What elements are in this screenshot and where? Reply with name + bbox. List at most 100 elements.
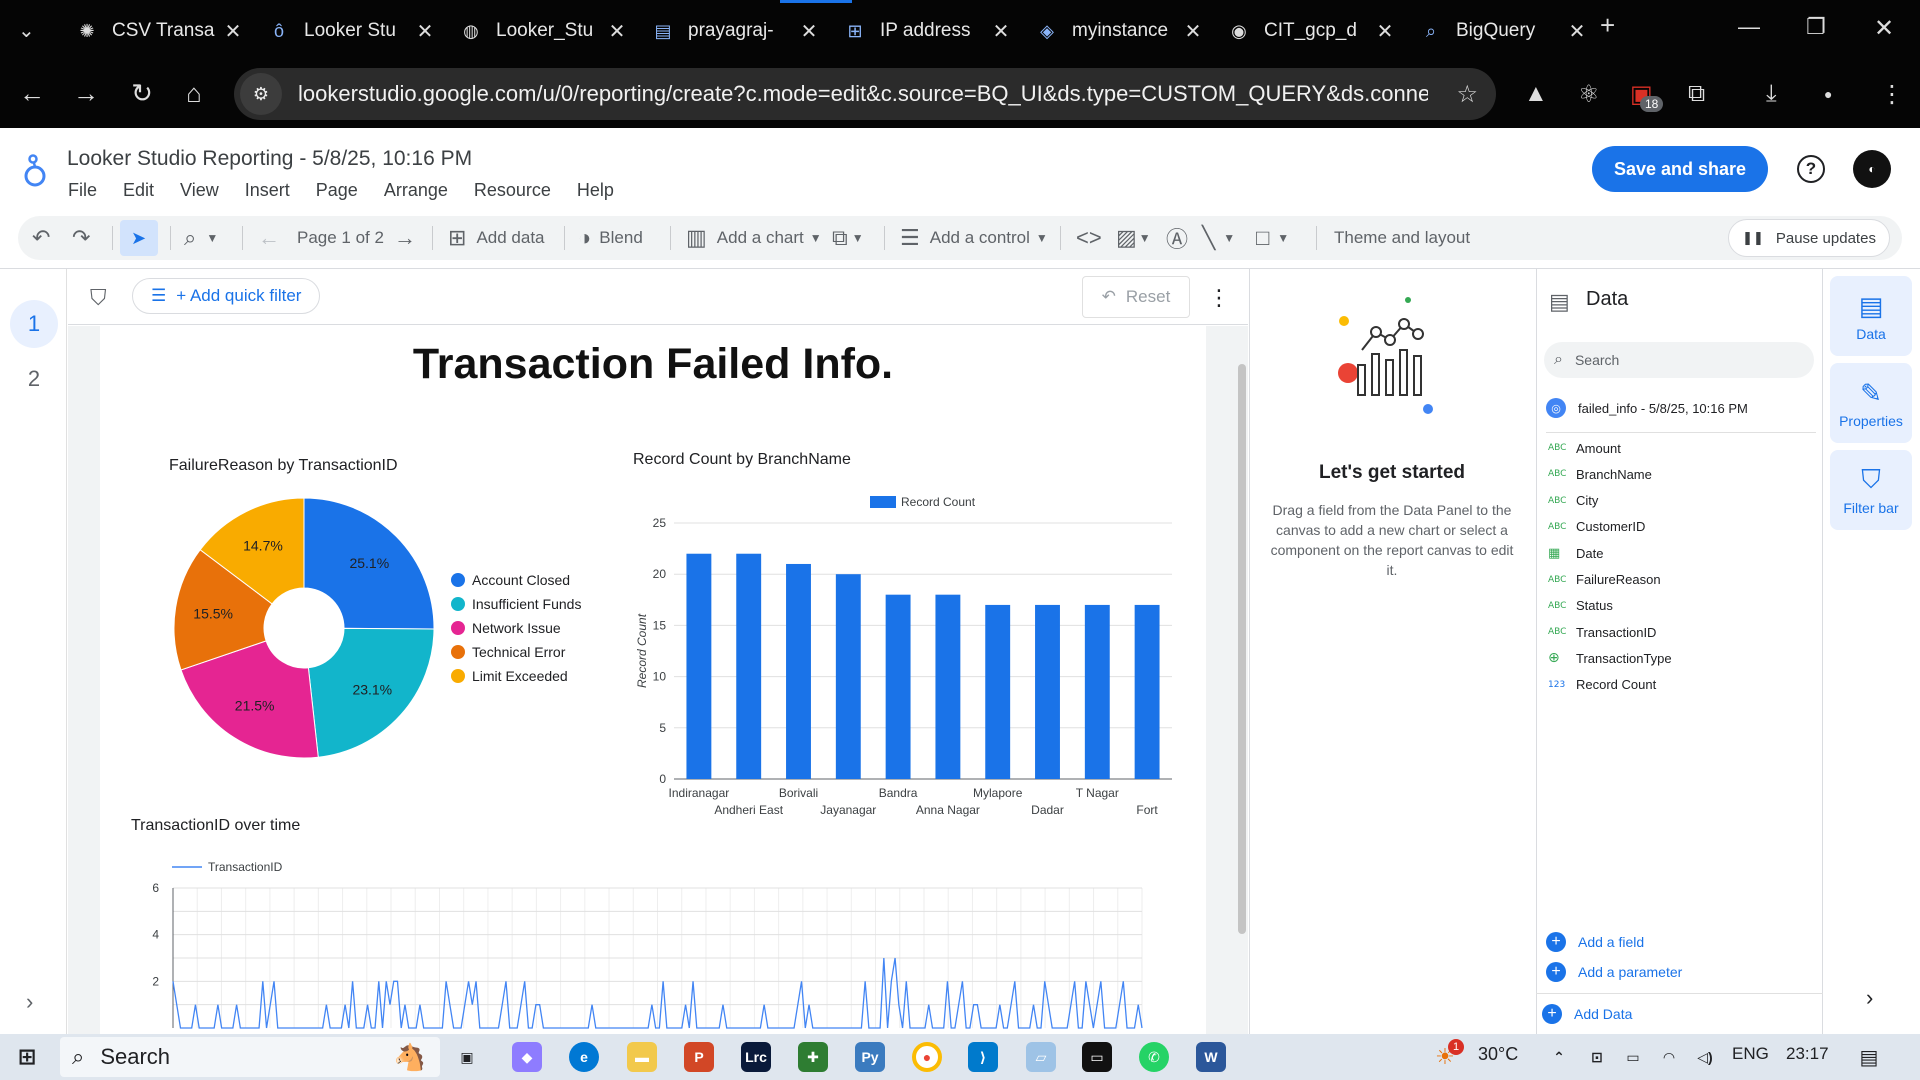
profile-icon[interactable]: ● <box>1824 86 1832 102</box>
bar[interactable] <box>835 574 861 779</box>
data-field-item[interactable]: ABC FailureReason <box>1548 569 1661 591</box>
browser-tab[interactable]: ▤ prayagraj- ✕ <box>638 10 824 52</box>
browser-tab[interactable]: ◈ myinstance ✕ <box>1022 10 1208 52</box>
reload-icon[interactable]: ↻ <box>124 78 160 109</box>
rail-data-button[interactable]: ▤ Data <box>1830 276 1912 356</box>
undo-icon[interactable]: ↶ <box>32 216 50 260</box>
looker-studio-logo-icon[interactable] <box>20 152 50 188</box>
text-box-icon[interactable]: Ⓐ <box>1166 216 1188 260</box>
bar-chart[interactable]: 0 5 10 15 20 25 Record Count Record Count Indira… <box>620 475 1180 830</box>
close-window-icon[interactable]: ✕ <box>1874 14 1894 43</box>
file-explorer-icon[interactable]: ▬ <box>627 1042 657 1072</box>
minimize-icon[interactable]: — <box>1738 14 1760 40</box>
windows-start-icon[interactable]: ⊞ <box>12 1042 42 1072</box>
save-and-share-button[interactable]: Save and share <box>1592 146 1768 192</box>
task-view-icon[interactable]: ▣ <box>452 1042 482 1072</box>
filter-icon[interactable]: ⛉ <box>90 276 107 320</box>
theme-and-layout-button[interactable]: Theme and layout <box>1334 216 1470 260</box>
reset-button[interactable]: ↶ Reset <box>1082 276 1190 318</box>
data-field-item[interactable]: ⊕ TransactionType <box>1548 647 1672 669</box>
report-heading[interactable]: Transaction Failed Info. <box>100 340 1206 389</box>
site-info-icon[interactable]: ⚙ <box>240 73 282 115</box>
chrome-icon[interactable]: ● <box>912 1042 942 1072</box>
page-thumb-2[interactable]: 2 <box>10 355 58 403</box>
expand-rail-icon[interactable]: › <box>1866 976 1873 1020</box>
data-field-item[interactable]: ABC CustomerID <box>1548 516 1645 538</box>
home-icon[interactable]: ⌂ <box>176 78 212 109</box>
bar[interactable] <box>1084 604 1110 779</box>
report-title[interactable]: Looker Studio Reporting - 5/8/25, 10:16 … <box>67 147 472 171</box>
menu-view[interactable]: View <box>180 180 219 201</box>
bar[interactable] <box>885 594 911 779</box>
add-control-button[interactable]: ☰ Add a control ▼ <box>900 216 1048 260</box>
close-tab-icon[interactable]: ✕ <box>794 19 824 44</box>
battery-icon[interactable]: ▭ <box>1618 1042 1648 1072</box>
tab-list-icon[interactable]: ⌄ <box>18 18 35 43</box>
data-source-item[interactable]: ◎ failed_info - 5/8/25, 10:16 PM <box>1546 398 1748 418</box>
help-icon[interactable]: ? <box>1797 155 1825 183</box>
line-tool-icon[interactable]: ╲ ▼ <box>1202 216 1235 260</box>
app-window-icon[interactable]: ▱ <box>1026 1042 1056 1072</box>
download-icon[interactable]: ⤓ <box>1766 80 1777 108</box>
meet-now-icon[interactable]: ⊡ <box>1582 1042 1612 1072</box>
data-field-item[interactable]: ABC TransactionID <box>1548 621 1656 643</box>
field-search-input[interactable]: ⌕ Search <box>1544 342 1814 378</box>
add-field-link[interactable]: + Add a field <box>1546 932 1644 952</box>
data-field-item[interactable]: 123 Record Count <box>1548 674 1656 696</box>
menu-edit[interactable]: Edit <box>123 180 154 201</box>
bar[interactable] <box>686 553 712 779</box>
bar[interactable] <box>1035 604 1060 779</box>
new-tab-icon[interactable]: + <box>1600 10 1615 41</box>
data-field-item[interactable]: ABC Status <box>1548 595 1613 617</box>
bar[interactable] <box>935 594 961 779</box>
show-hidden-icons-icon[interactable]: ⌃ <box>1544 1042 1574 1072</box>
bar[interactable] <box>1134 604 1160 779</box>
close-tab-icon[interactable]: ✕ <box>986 19 1016 44</box>
embed-code-icon[interactable]: <> <box>1076 216 1102 260</box>
avatar[interactable]: ◐ <box>1853 150 1891 188</box>
forward-icon[interactable]: → <box>68 78 104 109</box>
copilot-icon[interactable]: ◆ <box>512 1042 542 1072</box>
wifi-icon[interactable]: ◠ <box>1654 1042 1684 1072</box>
weather-temp[interactable]: 30°C <box>1478 1044 1518 1065</box>
canvas-scrollbar[interactable] <box>1238 364 1246 934</box>
data-field-item[interactable]: ABC BranchName <box>1548 463 1652 485</box>
blend-button[interactable]: ◑ Blend <box>578 216 643 260</box>
bookmark-star-icon[interactable]: ☆ <box>1456 80 1478 109</box>
select-cursor-icon[interactable]: ➤ <box>131 216 146 260</box>
close-tab-icon[interactable]: ✕ <box>218 19 248 44</box>
browser-tab[interactable]: ⌕ BigQuery ✕ <box>1406 10 1592 52</box>
add-parameter-link[interactable]: + Add a parameter <box>1546 962 1682 982</box>
volume-icon[interactable]: ◁) <box>1690 1042 1720 1072</box>
notifications-icon[interactable]: ▤ <box>1854 1042 1884 1072</box>
page-thumb-1[interactable]: 1 <box>10 300 58 348</box>
expand-pages-icon[interactable]: › <box>26 980 33 1024</box>
terminal-icon[interactable]: ▭ <box>1082 1042 1112 1072</box>
rail-filter-bar-button[interactable]: ⛉ Filter bar <box>1830 450 1912 530</box>
add-quick-filter-button[interactable]: ☰ + Add quick filter <box>132 278 321 314</box>
data-field-item[interactable]: ▦ Date <box>1548 542 1603 564</box>
taskbar-search[interactable]: ⌕ Search 🐴 <box>60 1037 440 1077</box>
python-icon[interactable]: Py <box>855 1042 885 1072</box>
line-chart[interactable]: TransactionID 2 4 6 <box>120 850 1160 1034</box>
menu-insert[interactable]: Insert <box>245 180 290 201</box>
redo-icon[interactable]: ↷ <box>72 216 90 260</box>
back-icon[interactable]: ← <box>14 78 50 109</box>
browser-tab[interactable]: ô Looker Stu ✕ <box>254 10 440 52</box>
language-indicator[interactable]: ENG <box>1732 1044 1769 1064</box>
vscode-icon[interactable]: ⟩ <box>968 1042 998 1072</box>
zoom-icon[interactable]: ⌕ ▼ <box>184 216 218 260</box>
browser-tab[interactable]: ✺ CSV Transa ✕ <box>62 10 248 52</box>
bar[interactable] <box>736 553 762 779</box>
restore-icon[interactable]: ❐ <box>1806 14 1826 40</box>
powerpoint-icon[interactable]: P <box>684 1042 714 1072</box>
close-tab-icon[interactable]: ✕ <box>410 19 440 44</box>
browser-menu-icon[interactable]: ⋮ <box>1880 80 1904 109</box>
more-options-icon[interactable]: ⋮ <box>1208 276 1230 320</box>
menu-resource[interactable]: Resource <box>474 180 551 201</box>
page-indicator[interactable]: Page 1 of 2 <box>297 216 384 260</box>
add-data-button[interactable]: ⊞ Add data <box>448 216 545 260</box>
browser-tab[interactable]: ◉ CIT_gcp_d ✕ <box>1214 10 1400 52</box>
menu-arrange[interactable]: Arrange <box>384 180 448 201</box>
add-chart-button[interactable]: ▥ Add a chart ▼ <box>686 216 822 260</box>
